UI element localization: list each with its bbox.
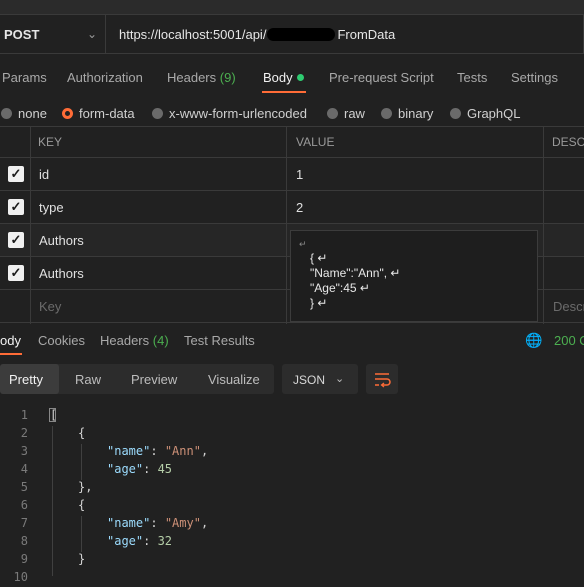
view-raw[interactable]: Raw xyxy=(75,372,101,387)
line-number: 3 xyxy=(20,444,28,458)
tab-response-body[interactable]: ody xyxy=(0,333,21,348)
table-row[interactable]: ✓ type 2 xyxy=(0,191,584,224)
column-divider xyxy=(286,126,287,324)
checkbox-checked-icon[interactable]: ✓ xyxy=(8,265,24,281)
row-key[interactable]: type xyxy=(39,200,64,215)
tab-response-headers[interactable]: Headers (4) xyxy=(100,333,169,348)
tab-settings[interactable]: Settings xyxy=(511,70,558,85)
row-value[interactable]: 1 xyxy=(296,167,303,182)
code-line: "age": 32 xyxy=(107,534,173,548)
headers-count: (9) xyxy=(219,70,236,85)
key-placeholder[interactable]: Key xyxy=(39,299,61,314)
view-visualize[interactable]: Visualize xyxy=(208,372,260,387)
tab-params[interactable]: Params xyxy=(2,70,47,85)
code-line: }, xyxy=(78,480,93,494)
view-mode-selector: Pretty Raw Preview Visualize xyxy=(0,364,274,394)
indent-guide xyxy=(52,426,53,576)
preview-line: "Name":"Ann", ↵ xyxy=(310,266,401,280)
column-divider xyxy=(543,126,544,324)
line-number: 4 xyxy=(20,462,28,476)
wrap-lines-icon xyxy=(375,373,391,388)
line-number: 10 xyxy=(13,570,28,584)
radio-circle-icon xyxy=(381,108,392,119)
url-prefix: https://localhost:5001/api/ xyxy=(119,27,267,42)
row-key[interactable]: Authors xyxy=(39,233,84,248)
line-number: 5 xyxy=(20,480,28,494)
indent-guide xyxy=(81,444,82,480)
code-line: } xyxy=(78,552,86,566)
preview-line: "Age":45 ↵ xyxy=(310,281,370,295)
format-select[interactable]: JSON ⌄ xyxy=(282,364,358,394)
active-tab-underline xyxy=(262,91,306,93)
line-number: 2 xyxy=(20,426,28,440)
description-placeholder[interactable]: Descr xyxy=(553,299,584,314)
column-divider xyxy=(30,126,31,324)
body-dot-indicator xyxy=(296,74,304,81)
tab-tests[interactable]: Tests xyxy=(457,70,487,85)
radio-binary[interactable]: binary xyxy=(381,106,433,121)
radio-circle-icon xyxy=(327,108,338,119)
tab-authorization[interactable]: Authorization xyxy=(67,70,143,85)
request-tabs: Params Authorization Headers (9) Body Pr… xyxy=(0,62,584,92)
preview-line: } ↵ xyxy=(310,296,328,310)
radio-graphql[interactable]: GraphQL xyxy=(450,106,520,121)
code-line: { xyxy=(78,498,86,512)
radio-selected-icon xyxy=(62,108,73,119)
value-preview-popover: ↵ { ↵ "Name":"Ann", ↵ "Age":45 ↵ } ↵ xyxy=(290,230,538,322)
column-key: KEY xyxy=(38,135,63,149)
globe-icon[interactable]: 🌐 xyxy=(525,332,542,349)
indent-guide xyxy=(81,516,82,552)
code-line: "name": "Ann", xyxy=(107,444,209,458)
column-description: DESC xyxy=(552,135,584,149)
radio-circle-icon xyxy=(1,108,12,119)
column-value: VALUE xyxy=(296,135,335,149)
response-headers-count: (4) xyxy=(152,333,169,348)
line-number: 1 xyxy=(20,408,28,422)
radio-circle-icon xyxy=(152,108,163,119)
row-value[interactable]: 2 xyxy=(296,200,303,215)
radio-none[interactable]: none xyxy=(1,106,47,121)
chevron-down-icon: ⌄ xyxy=(86,27,97,41)
method-select[interactable]: POST ⌄ xyxy=(0,14,106,54)
view-pretty[interactable]: Pretty xyxy=(9,372,43,387)
radio-raw[interactable]: raw xyxy=(327,106,365,121)
status-code: 200 O xyxy=(554,333,584,348)
method-label: POST xyxy=(4,27,40,42)
preview-line: ↵ xyxy=(299,239,307,249)
tab-pre-request-script[interactable]: Pre-request Script xyxy=(329,70,434,85)
table-header: KEY VALUE DESC xyxy=(0,126,584,158)
line-number: 9 xyxy=(20,552,28,566)
tab-headers[interactable]: Headers (9) xyxy=(167,70,236,85)
checkbox-checked-icon[interactable]: ✓ xyxy=(8,232,24,248)
url-suffix: FromData xyxy=(337,27,396,42)
active-response-tab-underline xyxy=(0,353,22,355)
top-strip xyxy=(0,0,584,15)
wrap-lines-button[interactable] xyxy=(366,364,398,394)
code-line: "age": 45 xyxy=(107,462,173,476)
tab-body[interactable]: Body xyxy=(263,70,304,85)
tab-cookies[interactable]: Cookies xyxy=(38,333,85,348)
line-number: 7 xyxy=(20,516,28,530)
view-preview[interactable]: Preview xyxy=(131,372,177,387)
url-input[interactable]: https://localhost:5001/api/FromData xyxy=(106,14,584,54)
checkbox-checked-icon[interactable]: ✓ xyxy=(8,199,24,215)
line-number: 6 xyxy=(20,498,28,512)
format-label: JSON xyxy=(293,373,326,387)
radio-x-www-form-urlencoded[interactable]: x-www-form-urlencoded xyxy=(152,106,307,121)
redacted-mask xyxy=(267,28,336,41)
code-line: "name": "Amy", xyxy=(107,516,209,530)
preview-line: { ↵ xyxy=(310,251,328,265)
response-code-view[interactable]: 1 2 3 4 5 6 7 8 9 10 [ { "name": "Ann", … xyxy=(0,405,584,587)
row-key[interactable]: Authors xyxy=(39,266,84,281)
row-key[interactable]: id xyxy=(39,167,49,182)
radio-form-data[interactable]: form-data xyxy=(62,106,135,121)
tab-test-results[interactable]: Test Results xyxy=(184,333,255,348)
checkbox-checked-icon[interactable]: ✓ xyxy=(8,166,24,182)
code-line: { xyxy=(78,426,86,440)
radio-circle-icon xyxy=(450,108,461,119)
table-row[interactable]: ✓ id 1 xyxy=(0,158,584,191)
chevron-down-icon: ⌄ xyxy=(335,373,345,385)
bracket-match-highlight xyxy=(49,408,56,422)
line-number: 8 xyxy=(20,534,28,548)
